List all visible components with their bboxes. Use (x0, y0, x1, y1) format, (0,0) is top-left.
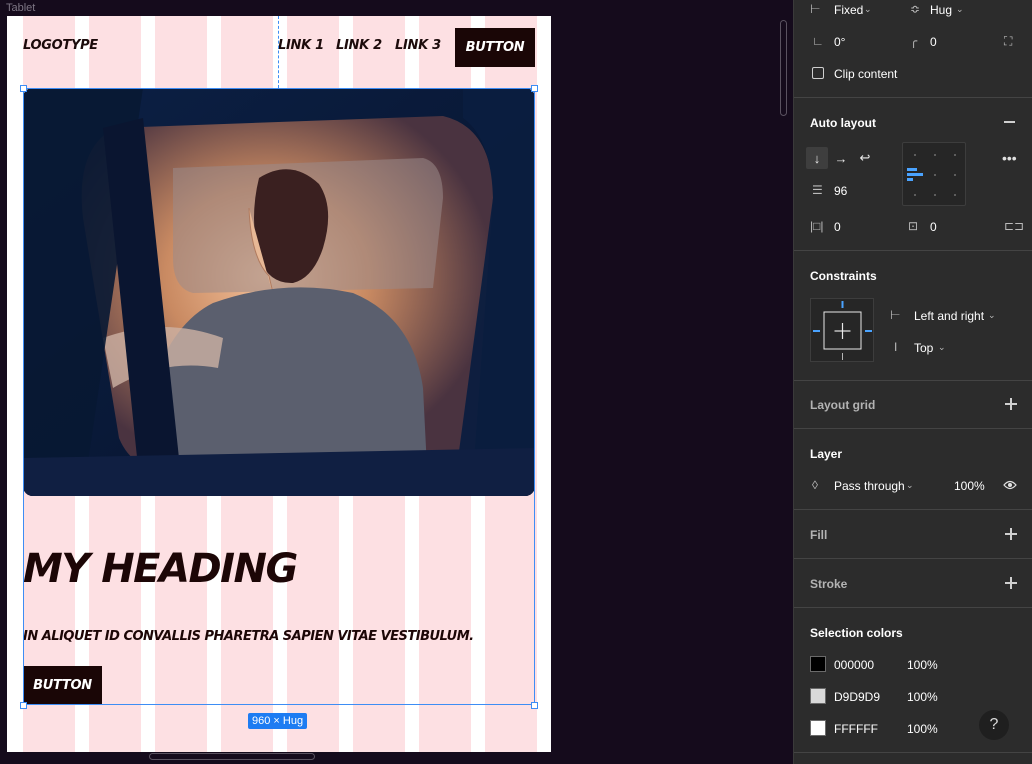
corner-radius-value[interactable]: 0 (930, 35, 937, 49)
gap-value[interactable]: 96 (834, 184, 847, 198)
color-hex[interactable]: 000000 (834, 658, 874, 672)
nav-link-1[interactable]: LINK 1 (278, 38, 324, 53)
color-opacity[interactable]: 100% (907, 690, 938, 704)
width-icon: ⊢ (810, 2, 821, 16)
color-opacity[interactable]: 100% (907, 658, 938, 672)
layer-opacity[interactable]: 100% (954, 479, 985, 493)
page-subheading[interactable]: IN ALIQUET ID CONVALLIS PHARETRA SAPIEN … (23, 629, 474, 644)
divider (794, 380, 1032, 381)
nav-link-2[interactable]: LINK 2 (336, 38, 382, 53)
width-mode[interactable]: Fixed (834, 3, 863, 17)
rotation-value[interactable]: 0° (834, 35, 845, 49)
hero-image[interactable] (23, 88, 535, 496)
cta-button[interactable]: BUTTON (23, 666, 102, 705)
selection-colors-title: Selection colors (810, 626, 903, 640)
direction-vertical-button[interactable]: ↓ (806, 147, 828, 169)
rotation-icon: ∟ (812, 34, 824, 48)
constraints-widget[interactable] (810, 298, 874, 362)
horizontal-padding-value[interactable]: 0 (834, 220, 841, 234)
resize-handle[interactable] (20, 85, 27, 92)
chevron-down-icon[interactable]: ⌄ (938, 341, 946, 353)
height-mode[interactable]: Hug (930, 3, 952, 17)
corner-radius-icon: ╭ (910, 34, 918, 48)
horizontal-padding-icon: |□| (810, 219, 824, 233)
vertical-padding-value[interactable]: 0 (930, 220, 937, 234)
add-layout-grid-icon[interactable] (1005, 398, 1017, 410)
divider (794, 428, 1032, 429)
resize-handle[interactable] (531, 702, 538, 709)
help-button[interactable]: ? (979, 710, 1009, 740)
figma-editor: Tablet LOGOTYPE LINK 1 LINK 2 LINK 3 BUT… (0, 0, 1032, 764)
gap-icon: ☰ (812, 183, 823, 197)
add-stroke-icon[interactable] (1005, 577, 1017, 589)
more-options-icon[interactable]: ••• (1002, 151, 1017, 165)
individual-padding-icon[interactable]: ⊏⊐ (1004, 220, 1024, 232)
resize-handle[interactable] (531, 85, 538, 92)
clip-content-checkbox[interactable] (812, 67, 824, 79)
divider (794, 752, 1032, 753)
layout-grid-title: Layout grid (810, 398, 876, 412)
nav-logo[interactable]: LOGOTYPE (23, 38, 98, 53)
chevron-down-icon[interactable]: ⌄ (906, 479, 914, 491)
color-opacity[interactable]: 100% (907, 722, 938, 736)
tablet-frame[interactable]: LOGOTYPE LINK 1 LINK 2 LINK 3 BUTTON MY … (7, 16, 551, 752)
vertical-constraint[interactable]: Top (914, 341, 933, 355)
resize-handle[interactable] (20, 702, 27, 709)
auto-layout-title: Auto layout (810, 116, 876, 130)
vertical-padding-icon: ⊡ (908, 219, 919, 233)
divider (794, 97, 1032, 98)
chevron-down-icon[interactable]: ⌄ (864, 3, 872, 15)
color-swatch[interactable] (810, 720, 826, 736)
constraints-title: Constraints (810, 269, 877, 283)
horizontal-constraint[interactable]: Left and right (914, 309, 984, 323)
frame-label[interactable]: Tablet (6, 2, 35, 14)
size-badge: 960 × Hug (248, 713, 308, 729)
chevron-down-icon[interactable]: ⌄ (956, 3, 964, 15)
height-icon: ≎ (910, 2, 921, 16)
color-swatch[interactable] (810, 688, 826, 704)
color-swatch[interactable] (810, 656, 826, 672)
color-hex[interactable]: D9D9D9 (834, 690, 880, 704)
divider (794, 558, 1032, 559)
blend-mode-value[interactable]: Pass through (834, 479, 905, 493)
direction-wrap-button[interactable]: ↩ (854, 147, 876, 169)
stroke-title: Stroke (810, 577, 848, 591)
divider (794, 250, 1032, 251)
direction-horizontal-button[interactable]: → (830, 147, 852, 169)
layer-title: Layer (810, 447, 843, 461)
color-hex[interactable]: FFFFFF (834, 722, 878, 736)
vertical-scrollbar[interactable] (780, 20, 787, 116)
fill-title: Fill (810, 528, 828, 542)
vertical-constraint-icon: I (894, 340, 898, 354)
blend-mode-icon: ◊ (812, 478, 818, 492)
page-heading[interactable]: MY HEADING (23, 546, 298, 592)
divider (794, 509, 1032, 510)
properties-panel: ⊢ Fixed ⌄ ≎ Hug ⌄ ∟ 0° ╭ 0 ⛶ Clip conten… (793, 0, 1032, 764)
divider (794, 607, 1032, 608)
independent-corners-icon[interactable]: ⛶ (1004, 35, 1012, 47)
clip-content-label: Clip content (834, 67, 898, 81)
chevron-down-icon[interactable]: ⌄ (988, 309, 996, 321)
add-fill-icon[interactable] (1005, 528, 1017, 540)
horizontal-scrollbar[interactable] (149, 753, 315, 760)
center-guide (278, 16, 279, 88)
alignment-grid[interactable] (902, 142, 966, 206)
eye-icon[interactable] (1003, 479, 1017, 491)
nav-button[interactable]: BUTTON (455, 28, 535, 67)
remove-auto-layout-icon[interactable] (1004, 121, 1015, 123)
nav-link-3[interactable]: LINK 3 (395, 38, 441, 53)
horizontal-constraint-icon: ⊢ (890, 308, 901, 322)
